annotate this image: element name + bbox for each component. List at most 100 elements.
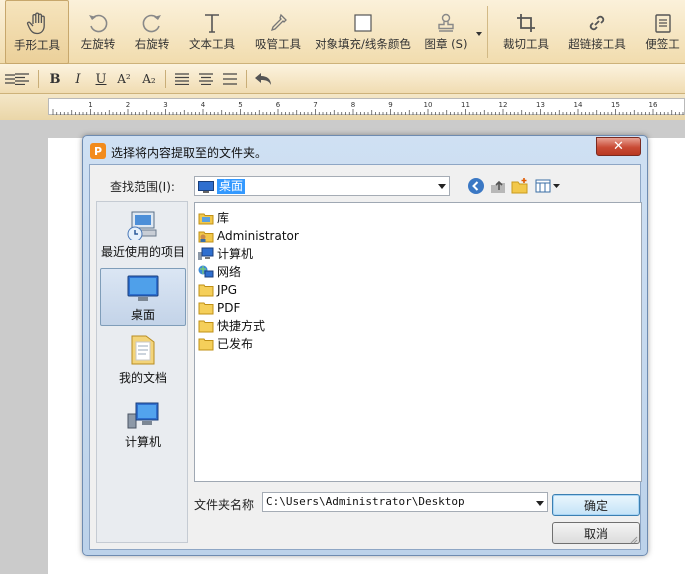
folder-icon <box>198 337 214 351</box>
place-label: 我的文档 <box>118 371 167 385</box>
fill-color-icon <box>352 8 374 38</box>
undo-icon[interactable] <box>253 69 273 89</box>
hand-tool-button[interactable]: 手形工具 <box>5 0 69 64</box>
folder-list[interactable]: 库 Administrator 计算机 网络 JPG PDF 快捷方式 已发布 <box>194 202 642 482</box>
rotate-right-icon <box>141 8 163 38</box>
chevron-down-icon[interactable] <box>438 184 446 189</box>
folder-icon <box>198 301 214 315</box>
hyperlink-tool-button[interactable]: 超链接工具 <box>564 0 630 64</box>
list-item-label: 库 <box>217 211 230 225</box>
ok-button[interactable]: 确定 <box>552 494 640 516</box>
underline-button[interactable]: U <box>91 69 111 89</box>
ruler-label: 2 <box>126 101 130 109</box>
close-button[interactable]: ✕ <box>596 137 641 156</box>
list-item-label: PDF <box>217 300 241 315</box>
list-item[interactable]: 网络 <box>198 263 241 280</box>
note-tool-button[interactable]: 便签工 <box>640 0 685 64</box>
note-icon <box>652 8 674 38</box>
ruler-label: 8 <box>351 101 355 109</box>
select-folder-dialog: P 选择将内容提取至的文件夹。 ✕ 查找范围(I): 桌面 最近使用的项目 桌面… <box>82 135 648 556</box>
hand-tool-label: 手形工具 <box>14 38 60 52</box>
view-menu-button[interactable] <box>534 176 562 196</box>
ruler-label: 10 <box>424 101 433 109</box>
rotate-left-label: 左旋转 <box>80 37 116 51</box>
new-folder-icon <box>511 178 528 194</box>
stamp-dropdown-arrow-icon[interactable] <box>476 32 482 36</box>
back-button[interactable] <box>466 176 486 196</box>
bold-button[interactable]: B <box>45 69 65 89</box>
italic-button[interactable]: I <box>68 69 88 89</box>
folder-icon <box>198 319 214 333</box>
places-bar: 最近使用的项目 桌面 我的文档 计算机 <box>96 201 188 543</box>
list-item[interactable]: 计算机 <box>198 245 253 262</box>
recent-items-icon <box>126 206 160 240</box>
my-documents-icon <box>126 332 160 366</box>
list-item[interactable]: PDF <box>198 299 240 316</box>
hyperlink-tool-label: 超链接工具 <box>568 37 626 51</box>
cancel-button[interactable]: 取消 <box>552 522 640 544</box>
format-toolbar: B I U A² A₂ <box>0 64 685 94</box>
look-in-combobox[interactable]: 桌面 <box>194 176 450 196</box>
eyedropper-tool-label: 吸管工具 <box>255 37 301 51</box>
ruler-label: 4 <box>201 101 206 109</box>
ruler-label: 11 <box>461 101 470 109</box>
resize-grip-icon[interactable] <box>630 533 638 547</box>
align-left-icon[interactable] <box>12 69 32 89</box>
list-item[interactable]: JPG <box>198 281 237 298</box>
up-folder-button[interactable] <box>488 176 508 196</box>
format-divider <box>38 70 39 88</box>
list-item[interactable]: 快捷方式 <box>198 317 265 334</box>
look-in-value: 桌面 <box>217 179 246 194</box>
new-folder-button[interactable] <box>510 176 530 196</box>
place-computer[interactable]: 计算机 <box>100 396 186 454</box>
align-justify-icon[interactable] <box>220 69 240 89</box>
place-label: 桌面 <box>130 308 155 322</box>
list-item[interactable]: Administrator <box>198 227 299 244</box>
ruler-label: 15 <box>611 101 620 109</box>
rotate-right-button[interactable]: 右旋转 <box>126 0 178 64</box>
ruler-bar: 1 2 3 4 5 6 7 8 9 10 11 12 13 14 15 16 <box>0 94 685 120</box>
format-divider <box>246 70 247 88</box>
subscript-button[interactable]: A₂ <box>139 69 159 89</box>
crop-tool-button[interactable]: 裁切工具 <box>496 0 556 64</box>
ruler-label: 7 <box>313 101 317 109</box>
place-recent-items[interactable]: 最近使用的项目 <box>100 206 186 264</box>
ruler-label: 6 <box>276 101 281 109</box>
crop-tool-label: 裁切工具 <box>503 37 549 51</box>
ruler-label: 12 <box>499 101 508 109</box>
ruler-label: 3 <box>163 101 167 109</box>
view-menu-icon <box>535 179 560 193</box>
list-item-label: 已发布 <box>217 337 254 351</box>
dialog-body: 查找范围(I): 桌面 最近使用的项目 桌面 我的文档 计算机 库 Admini… <box>89 164 642 550</box>
look-in-label: 查找范围(I): <box>110 180 175 194</box>
list-item[interactable]: 库 <box>198 209 229 226</box>
align-left-text-icon[interactable] <box>172 69 192 89</box>
align-center-icon[interactable] <box>196 69 216 89</box>
fill-color-button[interactable]: 对象填充/线条颜色 <box>314 0 412 64</box>
folder-icon <box>198 283 214 297</box>
toolbar-divider <box>487 6 488 58</box>
list-item[interactable]: 已发布 <box>198 335 253 352</box>
place-desktop[interactable]: 桌面 <box>100 268 186 326</box>
note-tool-label: 便签工 <box>645 37 680 51</box>
list-item-label: 计算机 <box>217 247 254 261</box>
rotate-left-icon <box>87 8 109 38</box>
folder-name-input[interactable]: C:\Users\Administrator\Desktop <box>262 492 548 512</box>
stamp-tool-button[interactable]: 图章 (S) <box>420 0 472 64</box>
place-my-documents[interactable]: 我的文档 <box>100 332 186 390</box>
text-tool-button[interactable]: 文本工具 <box>182 0 242 64</box>
superscript-button[interactable]: A² <box>114 69 134 89</box>
hand-icon <box>26 9 48 39</box>
ruler-label: 16 <box>649 101 658 109</box>
main-toolbar: 手形工具 左旋转 右旋转 文本工具 吸管工具 对象填充/线条颜色 图章 (S) … <box>0 0 685 64</box>
folder-name-value: C:\Users\Administrator\Desktop <box>266 495 465 508</box>
text-tool-label: 文本工具 <box>189 37 235 51</box>
list-item-label: 网络 <box>217 265 242 279</box>
eyedropper-tool-button[interactable]: 吸管工具 <box>248 0 308 64</box>
chevron-down-icon[interactable] <box>536 501 544 506</box>
back-arrow-icon <box>468 178 484 194</box>
ruler-label: 5 <box>238 101 242 109</box>
library-icon <box>198 211 214 225</box>
rotate-left-button[interactable]: 左旋转 <box>72 0 124 64</box>
desktop-icon <box>126 269 160 303</box>
